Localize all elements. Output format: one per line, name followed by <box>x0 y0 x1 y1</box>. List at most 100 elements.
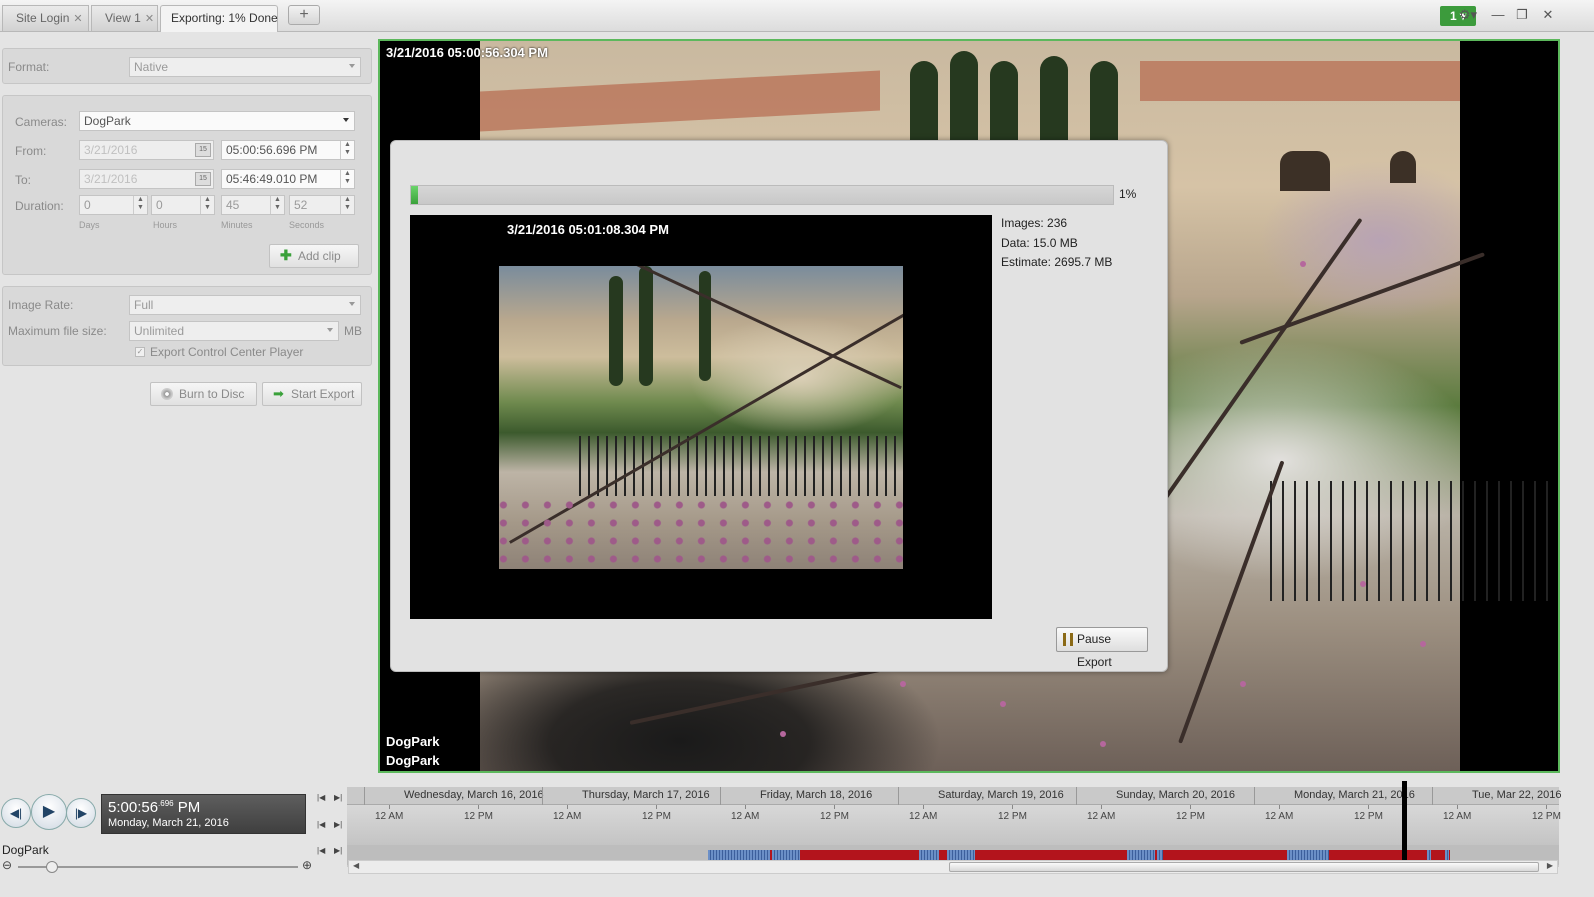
timeline-day-divider <box>898 787 899 805</box>
timeline-tick <box>1279 805 1280 809</box>
tab-view-1[interactable]: View 1 ✕ <box>91 5 158 31</box>
from-date-field[interactable]: 3/21/2016 15 <box>79 140 214 160</box>
motion-segment[interactable] <box>1445 850 1449 860</box>
export-images-count: Images: 236 <box>1001 216 1068 230</box>
zoom-slider-thumb[interactable] <box>46 861 58 873</box>
preview-image <box>499 266 903 569</box>
to-label: To: <box>15 173 32 187</box>
close-icon[interactable]: ✕ <box>145 13 154 25</box>
tab-exporting[interactable]: Exporting: 1% Done <box>160 5 278 32</box>
timeline-day-label: Tue, Mar 22, 2016 <box>1472 789 1562 801</box>
calendar-icon[interactable]: 15 <box>195 143 211 157</box>
duration-seconds-field[interactable]: 52 ▲ ▼ <box>289 195 355 215</box>
max-file-size-label: Maximum file size: <box>8 324 107 338</box>
pause-export-button[interactable]: Pause Export <box>1056 627 1148 669</box>
recording-segment[interactable] <box>708 850 1450 860</box>
motion-segment[interactable] <box>708 850 770 860</box>
duration-minutes-field[interactable]: 45 ▲ ▼ <box>221 195 285 215</box>
spinner-icon[interactable]: ▲ ▼ <box>340 141 354 159</box>
cameras-label: Cameras: <box>15 115 68 129</box>
timeline-hour-label: 12 PM <box>820 811 849 822</box>
timeline-day-label: Wednesday, March 16, 2016 <box>404 789 544 801</box>
to-time-field[interactable]: 05:46:49.010 PM ▲ ▼ <box>221 169 355 189</box>
spinner-icon[interactable]: ▲ ▼ <box>340 170 354 188</box>
spinner-icon[interactable]: ▲ ▼ <box>200 196 214 214</box>
cameras-select[interactable]: DogPark <box>79 111 355 131</box>
image-rate-select[interactable]: Full <box>129 295 361 315</box>
timeline-playhead[interactable] <box>1402 781 1407 871</box>
duration-label: Duration: <box>15 199 64 213</box>
burn-to-disc-button[interactable]: Burn to Disc <box>150 382 257 406</box>
scroll-right-icon[interactable]: ▶ <box>1547 861 1553 870</box>
spinner-icon[interactable]: ▲ ▼ <box>340 196 354 214</box>
motion-segment[interactable] <box>772 850 800 860</box>
to-date-field[interactable]: 3/21/2016 15 <box>79 169 214 189</box>
export-player-checkbox[interactable]: ✓ <box>135 347 145 357</box>
timeline[interactable]: Wednesday, March 16, 2016 Thursday, March… <box>347 781 1562 871</box>
max-file-size-unit: MB <box>344 324 362 338</box>
duration-days-field[interactable]: 0 ▲ ▼ <box>79 195 148 215</box>
duration-hours-field[interactable]: 0 ▲ ▼ <box>151 195 215 215</box>
motion-segment[interactable] <box>947 850 975 860</box>
timeline-tick <box>1012 805 1013 809</box>
timeline-hour-label: 12 AM <box>1087 811 1116 822</box>
timeline-day-divider <box>1432 787 1433 805</box>
zoom-out-icon[interactable]: ⊖ <box>2 858 12 872</box>
close-icon[interactable]: ✕ <box>73 13 82 25</box>
start-export-button[interactable]: ➡ Start Export <box>262 382 362 406</box>
minimize-icon[interactable]: — <box>1490 7 1506 23</box>
timeline-zoom-slider[interactable]: ⊖ ⊕ <box>0 858 345 874</box>
jump-end-icon[interactable]: ▶| <box>334 793 342 802</box>
export-progress-fill <box>411 186 419 204</box>
video-timestamp: 3/21/2016 05:00:56.304 PM <box>386 45 548 60</box>
timeline-hour-label: 12 PM <box>642 811 671 822</box>
timeline-tick <box>1457 805 1458 809</box>
motion-segment[interactable] <box>919 850 939 860</box>
timeline-hour-label: 12 PM <box>1176 811 1205 822</box>
timeline-hours-row: 12 AM 12 PM 12 AM 12 PM 12 AM 12 PM 12 AM 12 PM… <box>347 805 1561 845</box>
step-back-icon[interactable]: ◀| <box>1 798 31 828</box>
timeline-scrollbar[interactable]: ◀ ▶ <box>348 860 1558 874</box>
timeline-hour-label: 12 AM <box>731 811 760 822</box>
spinner-icon[interactable]: ▲ ▼ <box>270 196 284 214</box>
next-event-icon[interactable]: ▶| <box>334 820 342 829</box>
chevron-down-icon <box>343 118 349 122</box>
calendar-icon[interactable]: 15 <box>195 172 211 186</box>
timeline-day-label: Friday, March 18, 2016 <box>760 789 873 801</box>
timeline-tick <box>745 805 746 809</box>
clip-panel: Cameras: DogPark From: 3/21/2016 15 05:00… <box>2 95 372 275</box>
timeline-scroll-thumb[interactable] <box>949 862 1539 872</box>
format-select[interactable]: Native <box>129 57 361 77</box>
restore-icon[interactable]: ❐ <box>1514 7 1530 23</box>
next-segment-icon[interactable]: ▶| <box>334 846 342 855</box>
prev-event-icon[interactable]: |◀ <box>317 820 325 829</box>
export-progress-percent: 1% <box>1119 187 1137 201</box>
timeline-day-divider <box>542 787 543 805</box>
motion-segment[interactable] <box>1157 850 1163 860</box>
motion-segment[interactable] <box>1287 850 1329 860</box>
jump-start-icon[interactable]: |◀ <box>317 793 325 802</box>
export-preview: 3/21/2016 05:01:08.304 PM <box>410 215 992 619</box>
tab-site-login[interactable]: Site Login ✕ <box>2 5 89 31</box>
disc-icon <box>161 388 173 400</box>
add-clip-button[interactable]: ✚ Add clip <box>269 244 359 268</box>
from-time-field[interactable]: 05:00:56.696 PM ▲ ▼ <box>221 140 355 160</box>
zoom-in-icon[interactable]: ⊕ <box>302 858 312 872</box>
play-icon[interactable]: ▶ <box>31 794 67 830</box>
chevron-down-icon <box>349 302 355 306</box>
timeline-tick <box>1368 805 1369 809</box>
gear-icon[interactable]: ⚙▾ <box>1456 7 1480 23</box>
max-file-size-select[interactable]: Unlimited <box>129 321 339 341</box>
window-close-icon[interactable]: ✕ <box>1540 7 1556 23</box>
timeline-hour-label: 12 AM <box>1265 811 1294 822</box>
step-forward-icon[interactable]: |▶ <box>66 798 96 828</box>
add-tab-button[interactable]: + <box>288 5 320 25</box>
tab-label: View 1 <box>105 11 141 25</box>
motion-segment[interactable] <box>1427 850 1431 860</box>
spinner-icon[interactable]: ▲ ▼ <box>133 196 147 214</box>
timeline-hour-label: 12 AM <box>375 811 404 822</box>
options-panel: Image Rate: Full Maximum file size: Unli… <box>2 286 372 366</box>
scroll-left-icon[interactable]: ◀ <box>353 861 359 870</box>
motion-segment[interactable] <box>1127 850 1155 860</box>
prev-segment-icon[interactable]: |◀ <box>317 846 325 855</box>
